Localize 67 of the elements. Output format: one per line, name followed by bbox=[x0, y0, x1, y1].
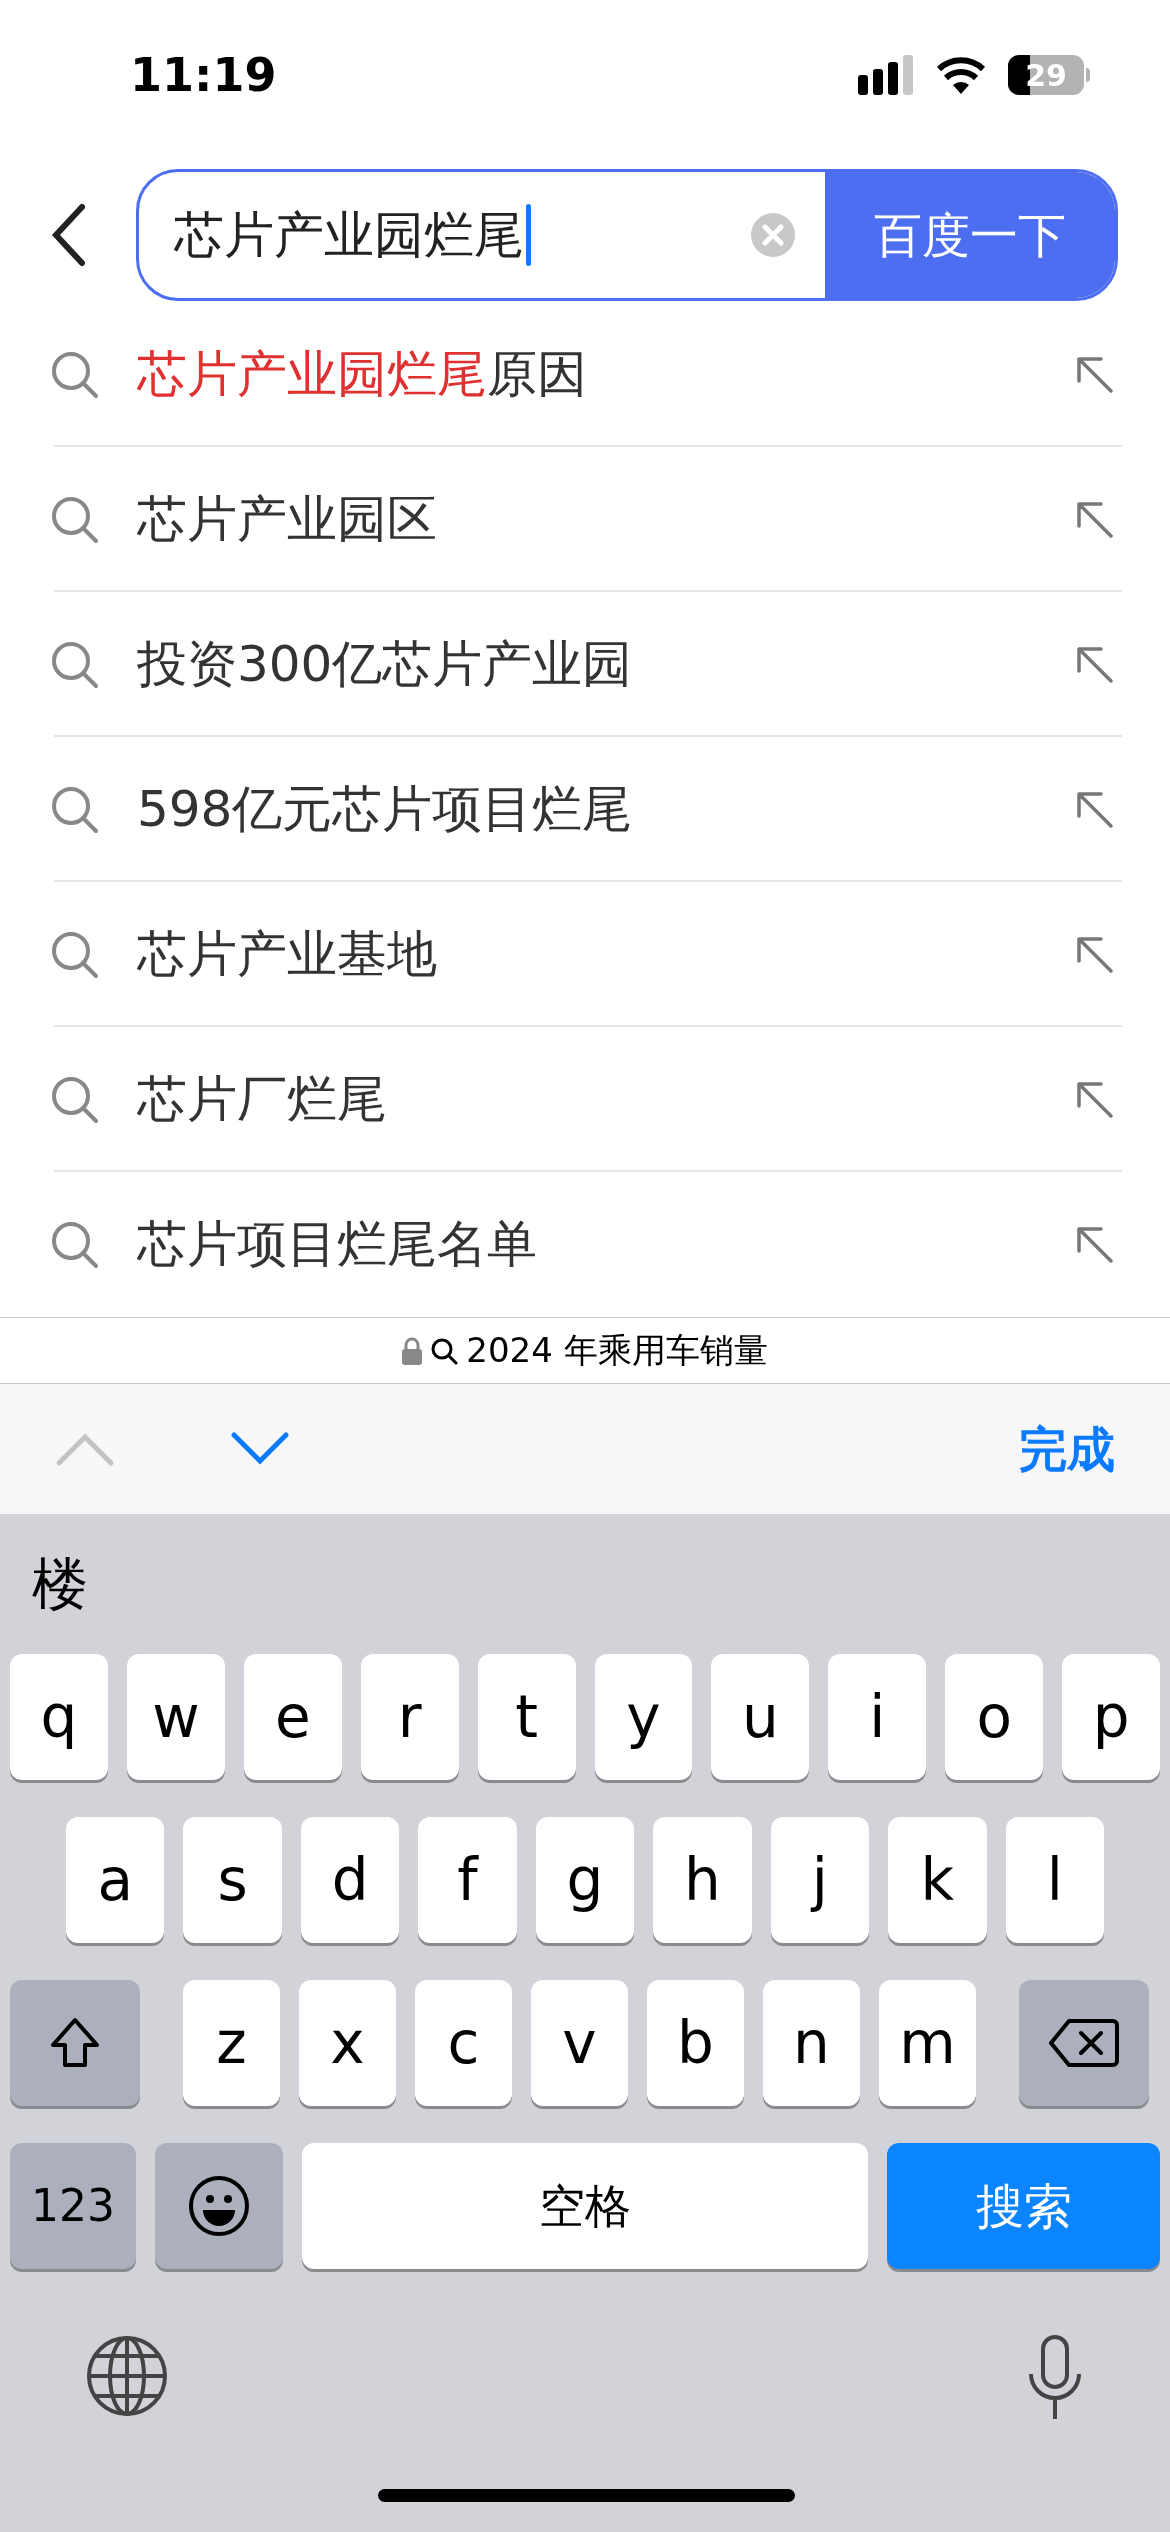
letter-key[interactable]: i bbox=[828, 1654, 927, 1780]
letter-key[interactable]: l bbox=[1005, 1817, 1104, 1943]
smiley-icon bbox=[187, 2174, 251, 2238]
fill-in-arrow-icon[interactable] bbox=[1075, 1079, 1115, 1120]
letter-key[interactable]: m bbox=[879, 1980, 976, 2106]
letter-key[interactable]: q bbox=[10, 1654, 108, 1780]
letter-key[interactable]: a bbox=[66, 1817, 165, 1943]
letter-key[interactable]: x bbox=[299, 1980, 396, 2106]
wifi-icon bbox=[936, 56, 986, 94]
letter-key[interactable]: f bbox=[418, 1817, 517, 1943]
search-key[interactable]: 搜索 bbox=[887, 2143, 1160, 2269]
letter-key[interactable]: w bbox=[126, 1654, 225, 1780]
backspace-icon bbox=[1049, 2018, 1119, 2068]
fill-in-arrow-icon[interactable] bbox=[1075, 644, 1115, 685]
backspace-key[interactable] bbox=[1019, 1980, 1149, 2106]
search-icon bbox=[430, 1336, 459, 1365]
letter-key[interactable]: u bbox=[711, 1654, 810, 1780]
letter-key[interactable]: d bbox=[300, 1817, 400, 1943]
next-chevron-icon[interactable] bbox=[230, 1431, 290, 1467]
letter-key[interactable]: g bbox=[535, 1817, 635, 1943]
numbers-key[interactable]: 123 bbox=[10, 2143, 136, 2269]
done-button[interactable]: 完成 bbox=[1019, 1413, 1115, 1485]
letter-key[interactable]: o bbox=[945, 1654, 1044, 1780]
letter-key[interactable]: h bbox=[653, 1817, 752, 1943]
letter-key[interactable]: t bbox=[477, 1654, 576, 1780]
address-text[interactable]: 2024 年乘用车销量 bbox=[466, 1325, 768, 1376]
search-icon bbox=[50, 1074, 100, 1125]
status-time: 11:19 bbox=[130, 46, 277, 104]
search-icon bbox=[50, 784, 100, 835]
search-icon bbox=[50, 1219, 100, 1270]
lock-icon bbox=[402, 1336, 423, 1365]
letter-key[interactable]: j bbox=[770, 1817, 870, 1943]
suggestion-text[interactable]: 芯片项目烂尾名单 bbox=[137, 1207, 1075, 1282]
shift-key[interactable] bbox=[10, 1980, 140, 2106]
letter-key[interactable]: c bbox=[415, 1980, 512, 2106]
globe-icon[interactable] bbox=[85, 2334, 169, 2418]
candidate-word[interactable]: 楼 bbox=[32, 1542, 88, 1626]
space-key[interactable]: 空格 bbox=[302, 2143, 868, 2269]
fill-in-arrow-icon[interactable] bbox=[1075, 934, 1115, 975]
emoji-key[interactable] bbox=[155, 2143, 283, 2269]
letter-key[interactable]: y bbox=[594, 1654, 693, 1780]
letter-key[interactable]: p bbox=[1062, 1654, 1161, 1780]
fill-in-arrow-icon[interactable] bbox=[1075, 789, 1115, 830]
signal-icon bbox=[858, 55, 914, 95]
search-button[interactable]: 百度一下 bbox=[825, 172, 1115, 298]
search-icon bbox=[50, 639, 100, 690]
search-icon bbox=[50, 494, 100, 545]
search-icon bbox=[50, 929, 100, 980]
suggestion-text[interactable]: 芯片产业基地 bbox=[137, 917, 1075, 992]
search-field[interactable]: 芯片产业园烂尾 百度一下 bbox=[136, 169, 1118, 301]
search-icon bbox=[50, 349, 100, 400]
suggestion-text[interactable]: 芯片厂烂尾 bbox=[137, 1062, 1075, 1137]
fill-in-arrow-icon[interactable] bbox=[1075, 354, 1115, 395]
letter-key[interactable]: v bbox=[531, 1980, 628, 2106]
suggestion-text[interactable]: 598亿元芯片项目烂尾 bbox=[137, 772, 1075, 847]
letter-key[interactable]: z bbox=[183, 1980, 280, 2106]
letter-key[interactable]: r bbox=[360, 1654, 459, 1780]
fill-in-arrow-icon[interactable] bbox=[1075, 1224, 1115, 1265]
letter-key[interactable]: b bbox=[647, 1980, 744, 2106]
letter-key[interactable]: e bbox=[243, 1654, 342, 1780]
letter-key[interactable]: n bbox=[763, 1980, 860, 2106]
letter-key[interactable]: k bbox=[888, 1817, 987, 1943]
suggestion-text[interactable]: 芯片产业园区 bbox=[137, 482, 1075, 557]
fill-in-arrow-icon[interactable] bbox=[1075, 499, 1115, 540]
suggestion-text[interactable]: 投资300亿芯片产业园 bbox=[137, 627, 1075, 702]
letter-key[interactable]: s bbox=[183, 1817, 282, 1943]
suggestion-text[interactable]: 芯片产业园烂尾原因 bbox=[137, 337, 1075, 412]
